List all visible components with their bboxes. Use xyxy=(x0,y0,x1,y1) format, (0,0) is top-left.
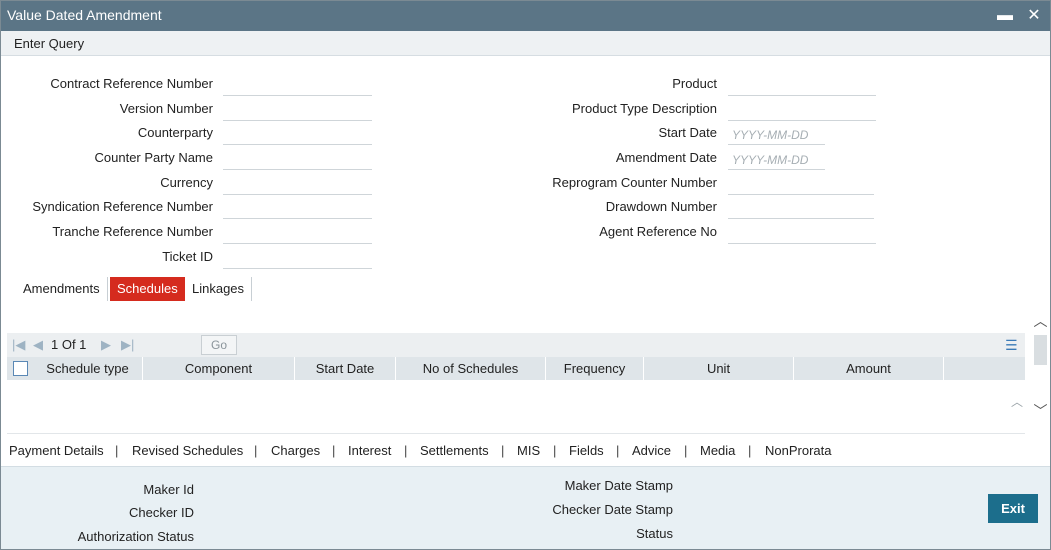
next-page-icon[interactable]: ▶ xyxy=(101,337,111,353)
separator: | xyxy=(404,443,408,458)
start-date-input[interactable] xyxy=(728,125,825,145)
product-type-description-input[interactable] xyxy=(728,101,876,121)
counter-party-name-input[interactable] xyxy=(223,150,372,170)
start-date-label: Start Date xyxy=(658,125,717,140)
currency-label: Currency xyxy=(160,175,213,190)
separator: | xyxy=(748,443,752,458)
audit-footer: Maker Id Checker ID Authorization Status… xyxy=(1,466,1050,549)
tab-amendments[interactable]: Amendments xyxy=(15,277,108,301)
column-header-frequency[interactable]: Frequency xyxy=(546,357,644,380)
link-charges[interactable]: Charges xyxy=(271,443,320,458)
column-header-unit[interactable]: Unit xyxy=(644,357,794,380)
amendment-date-input[interactable] xyxy=(728,150,825,170)
checker-date-stamp-label: Checker Date Stamp xyxy=(552,502,673,517)
scroll-thumb[interactable] xyxy=(1034,335,1047,365)
product-type-description-label: Product Type Description xyxy=(572,101,717,116)
scroll-down-icon[interactable]: ﹀ xyxy=(1031,401,1050,423)
enter-query-menu-item[interactable]: Enter Query xyxy=(14,36,84,51)
title-bar: Value Dated Amendment ▬ ✕ xyxy=(1,1,1050,31)
vertical-scrollbar[interactable]: ︿ ﹀ xyxy=(1031,301,1050,434)
select-all-checkbox[interactable] xyxy=(13,361,28,376)
reprogram-counter-number-label: Reprogram Counter Number xyxy=(552,175,717,190)
contract-reference-number-input[interactable] xyxy=(223,76,372,96)
link-payment-details[interactable]: Payment Details xyxy=(9,443,104,458)
agent-reference-no-input[interactable] xyxy=(728,224,876,244)
separator: | xyxy=(332,443,336,458)
ticket-id-input[interactable] xyxy=(223,249,372,269)
grid-pager: |◀ ◀ 1 Of 1 ▶ ▶| Go ☰ xyxy=(7,333,1025,357)
link-fields[interactable]: Fields xyxy=(569,443,604,458)
page-indicator: 1 Of 1 xyxy=(51,337,87,352)
column-header-component[interactable]: Component xyxy=(143,357,295,380)
separator: | xyxy=(553,443,557,458)
previous-page-icon[interactable]: ◀ xyxy=(33,337,43,353)
product-label: Product xyxy=(672,76,717,91)
counter-party-name-label: Counter Party Name xyxy=(94,150,214,165)
value-dated-amendment-window: Value Dated Amendment ▬ ✕ Enter Query Co… xyxy=(0,0,1051,550)
window-title: Value Dated Amendment xyxy=(7,7,162,23)
list-view-icon[interactable]: ☰ xyxy=(1005,337,1018,354)
version-number-input[interactable] xyxy=(223,101,372,121)
maker-id-label: Maker Id xyxy=(143,482,194,497)
syndication-reference-number-label: Syndication Reference Number xyxy=(32,199,213,214)
contract-reference-number-label: Contract Reference Number xyxy=(50,76,213,91)
go-button[interactable]: Go xyxy=(201,335,237,355)
exit-button[interactable]: Exit xyxy=(988,494,1038,523)
link-mis[interactable]: MIS xyxy=(517,443,540,458)
link-advice[interactable]: Advice xyxy=(632,443,671,458)
link-revised-schedules[interactable]: Revised Schedules xyxy=(132,443,243,458)
tab-linkages[interactable]: Linkages xyxy=(185,277,253,301)
counterparty-input[interactable] xyxy=(223,125,372,145)
separator: | xyxy=(254,443,258,458)
counterparty-label: Counterparty xyxy=(137,125,213,140)
syndication-reference-number-input[interactable] xyxy=(223,199,372,219)
maker-date-stamp-label: Maker Date Stamp xyxy=(564,478,673,493)
status-label: Status xyxy=(636,526,673,541)
link-interest[interactable]: Interest xyxy=(348,443,391,458)
version-number-label: Version Number xyxy=(119,101,213,116)
drawdown-number-input[interactable] xyxy=(728,199,874,219)
minimize-icon[interactable]: ▬ xyxy=(994,5,1016,27)
ticket-id-label: Ticket ID xyxy=(162,249,213,264)
amendment-date-label: Amendment Date xyxy=(615,150,717,165)
authorization-status-label: Authorization Status xyxy=(77,529,194,544)
menu-bar: Enter Query xyxy=(1,31,1050,56)
tab-schedules[interactable]: Schedules xyxy=(110,277,185,301)
column-header-no-of-schedules[interactable]: No of Schedules xyxy=(396,357,546,380)
separator: | xyxy=(115,443,119,458)
grid-scroll-up-icon[interactable]: ︿ xyxy=(1011,393,1027,410)
separator: | xyxy=(501,443,505,458)
product-input[interactable] xyxy=(728,76,876,96)
drawdown-number-label: Drawdown Number xyxy=(605,199,717,214)
reprogram-counter-number-input[interactable] xyxy=(728,175,874,195)
column-header-schedule-type[interactable]: Schedule type xyxy=(33,357,143,380)
link-media[interactable]: Media xyxy=(700,443,735,458)
first-page-icon[interactable]: |◀ xyxy=(12,337,25,353)
close-icon[interactable]: ✕ xyxy=(1023,5,1045,27)
agent-reference-no-label: Agent Reference No xyxy=(599,224,717,239)
link-nonprorata[interactable]: NonProrata xyxy=(765,443,831,458)
separator: | xyxy=(684,443,688,458)
link-settlements[interactable]: Settlements xyxy=(420,443,489,458)
grid-header-row: Schedule type Component Start Date No of… xyxy=(7,357,1025,380)
last-page-icon[interactable]: ▶| xyxy=(121,337,134,353)
schedules-grid: |◀ ◀ 1 Of 1 ▶ ▶| Go ☰ Schedule type Comp… xyxy=(7,333,1025,434)
tranche-reference-number-input[interactable] xyxy=(223,224,372,244)
scroll-up-icon[interactable]: ︿ xyxy=(1031,311,1050,333)
checker-id-label: Checker ID xyxy=(128,505,194,520)
separator: | xyxy=(616,443,620,458)
column-header-amount[interactable]: Amount xyxy=(794,357,944,380)
subsystem-links: Payment Details | Revised Schedules | Ch… xyxy=(1,437,1050,465)
currency-input[interactable] xyxy=(223,175,372,195)
column-header-start-date[interactable]: Start Date xyxy=(295,357,396,380)
tranche-reference-number-label: Tranche Reference Number xyxy=(52,224,213,239)
